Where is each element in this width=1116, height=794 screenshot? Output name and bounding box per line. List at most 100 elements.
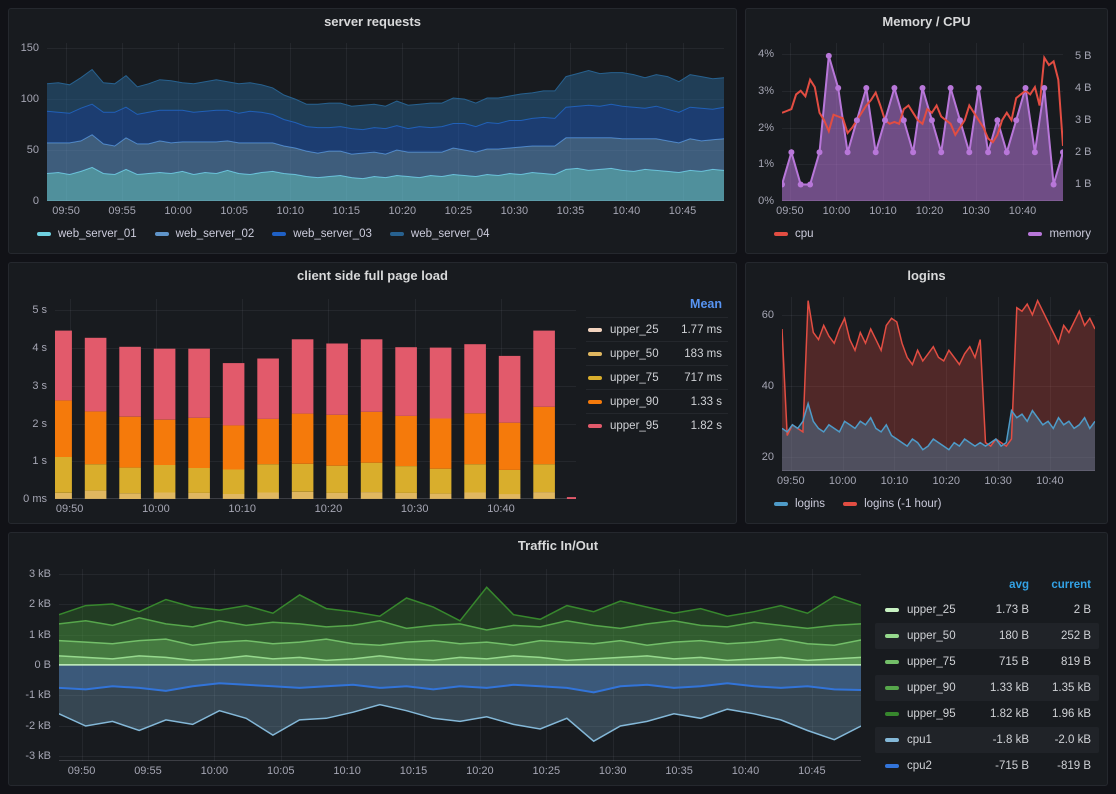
x-tick-label: 10:30 [585, 765, 641, 777]
x-tick-label: 09:55 [120, 765, 176, 777]
legend-label: upper_50 [907, 630, 956, 642]
legend-item-web_server_03[interactable]: web_server_03 [272, 227, 372, 241]
legend-mean-value: 183 ms [684, 348, 722, 360]
y-tick-label-right: 1 B [1075, 177, 1107, 191]
legend-item-upper_50[interactable]: upper_50183 ms [586, 341, 728, 365]
x-tick-label: 10:00 [150, 205, 206, 217]
y-tick-label: 2 s [9, 417, 47, 431]
panel-header-logins[interactable]: logins [746, 263, 1107, 289]
legend-swatch [588, 352, 602, 356]
y-tick-label: 4% [746, 47, 774, 61]
legend-swatch [885, 764, 899, 768]
x-tick-label: 09:50 [38, 205, 94, 217]
legend-swatch [774, 502, 788, 506]
panel-title: logins [907, 263, 945, 289]
legend-current-value: 1.35 kB [1029, 682, 1091, 694]
legend-table: Meanupper_251.77 msupper_50183 msupper_7… [586, 289, 736, 523]
legend-swatch [885, 686, 899, 690]
y-tick-label: 150 [9, 41, 39, 55]
panel-header-memory-cpu[interactable]: Memory / CPU [746, 9, 1107, 35]
legend-mean-value: 1.33 s [691, 396, 722, 408]
legend-label: cpu1 [907, 734, 932, 746]
x-tick-label: 10:35 [542, 205, 598, 217]
legend-series-name: upper_75 [610, 372, 676, 384]
x-tick-label: 10:30 [387, 503, 443, 515]
y-tick-label: 3% [746, 84, 774, 98]
legend-header-current[interactable]: current [1029, 579, 1091, 591]
legend-label: web_server_01 [58, 227, 137, 241]
legend-series-name: cpu1 [885, 734, 967, 746]
y-tick-label: 3 s [9, 379, 47, 393]
chart-canvas[interactable] [59, 569, 861, 761]
legend-series-name: upper_25 [885, 604, 967, 616]
legend-item-upper_95[interactable]: upper_951.82 kB1.96 kB [875, 701, 1099, 727]
panel-header-traffic[interactable]: Traffic In/Out [9, 533, 1107, 559]
y-tick-label-right: 4 B [1075, 81, 1107, 95]
y-tick-label: 0% [746, 194, 774, 208]
legend-swatch [390, 232, 404, 236]
x-tick-label: 10:10 [214, 503, 270, 515]
legend-item-upper_90[interactable]: upper_901.33 kB1.35 kB [875, 675, 1099, 701]
legend-item-cpu1[interactable]: cpu1-1.8 kB-2.0 kB [875, 727, 1099, 753]
legend-header-avg[interactable]: avg [967, 579, 1029, 591]
legend-swatch [774, 232, 788, 236]
chart-memory-cpu: 09:5010:0010:1010:2010:3010:400%1%2%3%4%… [746, 35, 1107, 221]
y-tick-label: 1% [746, 157, 774, 171]
y-tick-label: 5 s [9, 303, 47, 317]
x-tick-label: 10:20 [300, 503, 356, 515]
legend-item-upper_75[interactable]: upper_75715 B819 B [875, 649, 1099, 675]
legend-item-memory[interactable]: memory [1028, 227, 1091, 241]
panel-header-server-requests[interactable]: server requests [9, 9, 736, 35]
panel-header-client-load[interactable]: client side full page load [9, 263, 736, 289]
chart-logins: 09:5010:0010:1010:2010:3010:40204060 [746, 289, 1107, 491]
legend-table: avgcurrent upper_251.73 B2 Bupper_50180 B… [875, 559, 1107, 785]
y-tick-label: 20 [746, 450, 774, 464]
legend-swatch [885, 660, 899, 664]
chart-area: 09:5010:0010:1010:2010:3010:400%1%2%3%4%… [746, 35, 1107, 221]
y-tick-label: 4 s [9, 341, 47, 355]
x-tick-label: 10:45 [784, 765, 840, 777]
legend-item-web_server_02[interactable]: web_server_02 [155, 227, 255, 241]
legend-item-upper_25[interactable]: upper_251.77 ms [586, 317, 728, 341]
y-tick-label: -2 kB [9, 719, 51, 733]
legend-current-value: 252 B [1029, 630, 1091, 642]
panel-title: client side full page load [297, 263, 448, 289]
legend-swatch [37, 232, 51, 236]
x-tick-label: 10:00 [128, 503, 184, 515]
legend-item-logins[interactable]: logins [774, 497, 825, 511]
legend-item-web_server_01[interactable]: web_server_01 [37, 227, 137, 241]
chart-canvas[interactable] [55, 299, 576, 499]
legend-swatch [588, 376, 602, 380]
legend-current-value: 1.96 kB [1029, 708, 1091, 720]
legend-series-name: upper_90 [610, 396, 683, 408]
legend-item-cpu2[interactable]: cpu2-715 B-819 B [875, 753, 1099, 779]
legend-item-upper_75[interactable]: upper_75717 ms [586, 365, 728, 389]
legend-series-name: upper_75 [885, 656, 967, 668]
y-tick-label: -1 kB [9, 688, 51, 702]
panel-logins: logins 09:5010:0010:1010:2010:3010:40204… [745, 262, 1108, 524]
legend-item-upper_90[interactable]: upper_90 1.33 s [586, 389, 728, 413]
chart-area: 09:5010:0010:1010:2010:3010:400 ms1 s2 s… [9, 289, 586, 523]
x-tick-label: 09:55 [94, 205, 150, 217]
chart-server-requests: 09:5009:5510:0010:0510:1010:1510:2010:25… [9, 35, 736, 221]
legend-header-mean[interactable]: Mean [690, 297, 722, 311]
panel-traffic-in-out: Traffic In/Out 09:5009:5510:0010:0510:10… [8, 532, 1108, 786]
chart-canvas[interactable] [47, 43, 724, 201]
legend-item-cpu[interactable]: cpu [774, 227, 814, 241]
legend-item-upper_95[interactable]: upper_951.82 s [586, 413, 728, 437]
chart-canvas[interactable] [782, 43, 1063, 201]
x-tick-label: 10:20 [918, 475, 974, 487]
legend-item-web_server_04[interactable]: web_server_04 [390, 227, 490, 241]
legend-swatch [1028, 232, 1042, 236]
panel-server-requests: server requests 09:5009:5510:0010:0510:1… [8, 8, 737, 254]
panel-title: server requests [324, 9, 421, 35]
x-tick-label: 10:10 [866, 475, 922, 487]
x-tick-label: 10:25 [518, 765, 574, 777]
chart-canvas[interactable] [782, 297, 1095, 471]
legend-item-upper_50[interactable]: upper_50180 B252 B [875, 623, 1099, 649]
legend-avg-value: 1.73 B [967, 604, 1029, 616]
x-tick-label: 10:30 [970, 475, 1026, 487]
legend-series-name: upper_25 [610, 324, 673, 336]
legend-item-upper_25[interactable]: upper_251.73 B2 B [875, 597, 1099, 623]
legend-item-logins (-1 hour)[interactable]: logins (-1 hour) [843, 497, 941, 511]
